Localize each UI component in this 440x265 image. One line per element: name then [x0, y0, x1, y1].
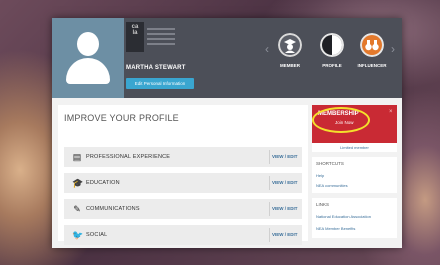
row-label: PROFESSIONAL EXPERIENCE: [86, 154, 171, 160]
row-label: COMMUNICATIONS: [86, 206, 140, 212]
edit-personal-info-button[interactable]: Edit Personal Information: [126, 78, 194, 89]
chevron-left-icon[interactable]: ‹: [265, 42, 269, 56]
profile-row-communications[interactable]: ✎ COMMUNICATIONS VIEW / EDIT: [64, 199, 302, 219]
shortcuts-title: SHORTCUTS: [316, 161, 344, 166]
links-box: LINKS National Education Association NEA…: [312, 198, 397, 238]
row-label: EDUCATION: [86, 180, 120, 186]
nea-benefits-link[interactable]: NEA Member Benefits: [316, 226, 355, 231]
org-logo-text: ca la: [131, 24, 139, 36]
avatar-head-shape: [77, 32, 99, 56]
profile-header: ca la MARTHA STEWART Edit Personal Infor…: [52, 18, 402, 98]
highlight-circle: [312, 107, 370, 133]
org-name-lines: [147, 28, 175, 48]
shortcuts-box: SHORTCUTS Help NEA communities: [312, 157, 397, 193]
shortcut-communities-link[interactable]: NEA communities: [316, 183, 348, 188]
member-name: MARTHA STEWART: [126, 65, 186, 71]
profile-row-education[interactable]: 🎓 EDUCATION VIEW / EDIT: [64, 173, 302, 193]
badge-label-member: MEMBER: [280, 63, 300, 68]
row-divider: [269, 202, 270, 216]
links-title: LINKS: [316, 202, 330, 207]
half-circle-icon[interactable]: [320, 33, 344, 57]
badge-label-profile: PROFILE: [322, 63, 342, 68]
close-icon[interactable]: ×: [389, 109, 393, 115]
view-edit-link[interactable]: VIEW / EDIT: [272, 154, 298, 159]
view-edit-link[interactable]: VIEW / EDIT: [272, 232, 298, 237]
profile-row-professional[interactable]: ▤ PROFESSIONAL EXPERIENCE VIEW / EDIT: [64, 147, 302, 167]
row-label: SOCIAL: [86, 232, 108, 238]
profile-window: ca la MARTHA STEWART Edit Personal Infor…: [52, 18, 402, 248]
row-divider: [269, 228, 270, 242]
view-edit-link[interactable]: VIEW / EDIT: [272, 180, 298, 185]
profile-row-social[interactable]: 🐦 SOCIAL VIEW / EDIT: [64, 225, 302, 245]
twitter-icon: 🐦: [72, 230, 84, 240]
nea-link[interactable]: National Education Association: [316, 214, 371, 219]
member-badge-icon[interactable]: [278, 33, 302, 57]
view-edit-link[interactable]: VIEW / EDIT: [272, 206, 298, 211]
document-icon: ▤: [72, 152, 82, 162]
avatar-body-shape: [66, 58, 110, 84]
sidebar: MEMBERSHIP Join Now × Limited member SHO…: [312, 105, 397, 241]
chevron-right-icon[interactable]: ›: [391, 42, 395, 56]
graduation-cap-icon: 🎓: [72, 178, 84, 188]
shortcut-help-link[interactable]: Help: [316, 173, 324, 178]
row-divider: [269, 150, 270, 164]
pen-icon: ✎: [73, 204, 81, 214]
limited-member-link[interactable]: Limited member: [312, 143, 397, 152]
membership-card[interactable]: MEMBERSHIP Join Now ×: [312, 105, 397, 143]
improve-profile-panel: IMPROVE YOUR PROFILE ▤ PROFESSIONAL EXPE…: [58, 105, 308, 245]
binoculars-icon[interactable]: [360, 33, 384, 57]
badge-label-influencer: INFLUENCER: [357, 63, 387, 68]
panel-title: IMPROVE YOUR PROFILE: [64, 113, 179, 123]
avatar[interactable]: [52, 18, 124, 98]
row-divider: [269, 176, 270, 190]
